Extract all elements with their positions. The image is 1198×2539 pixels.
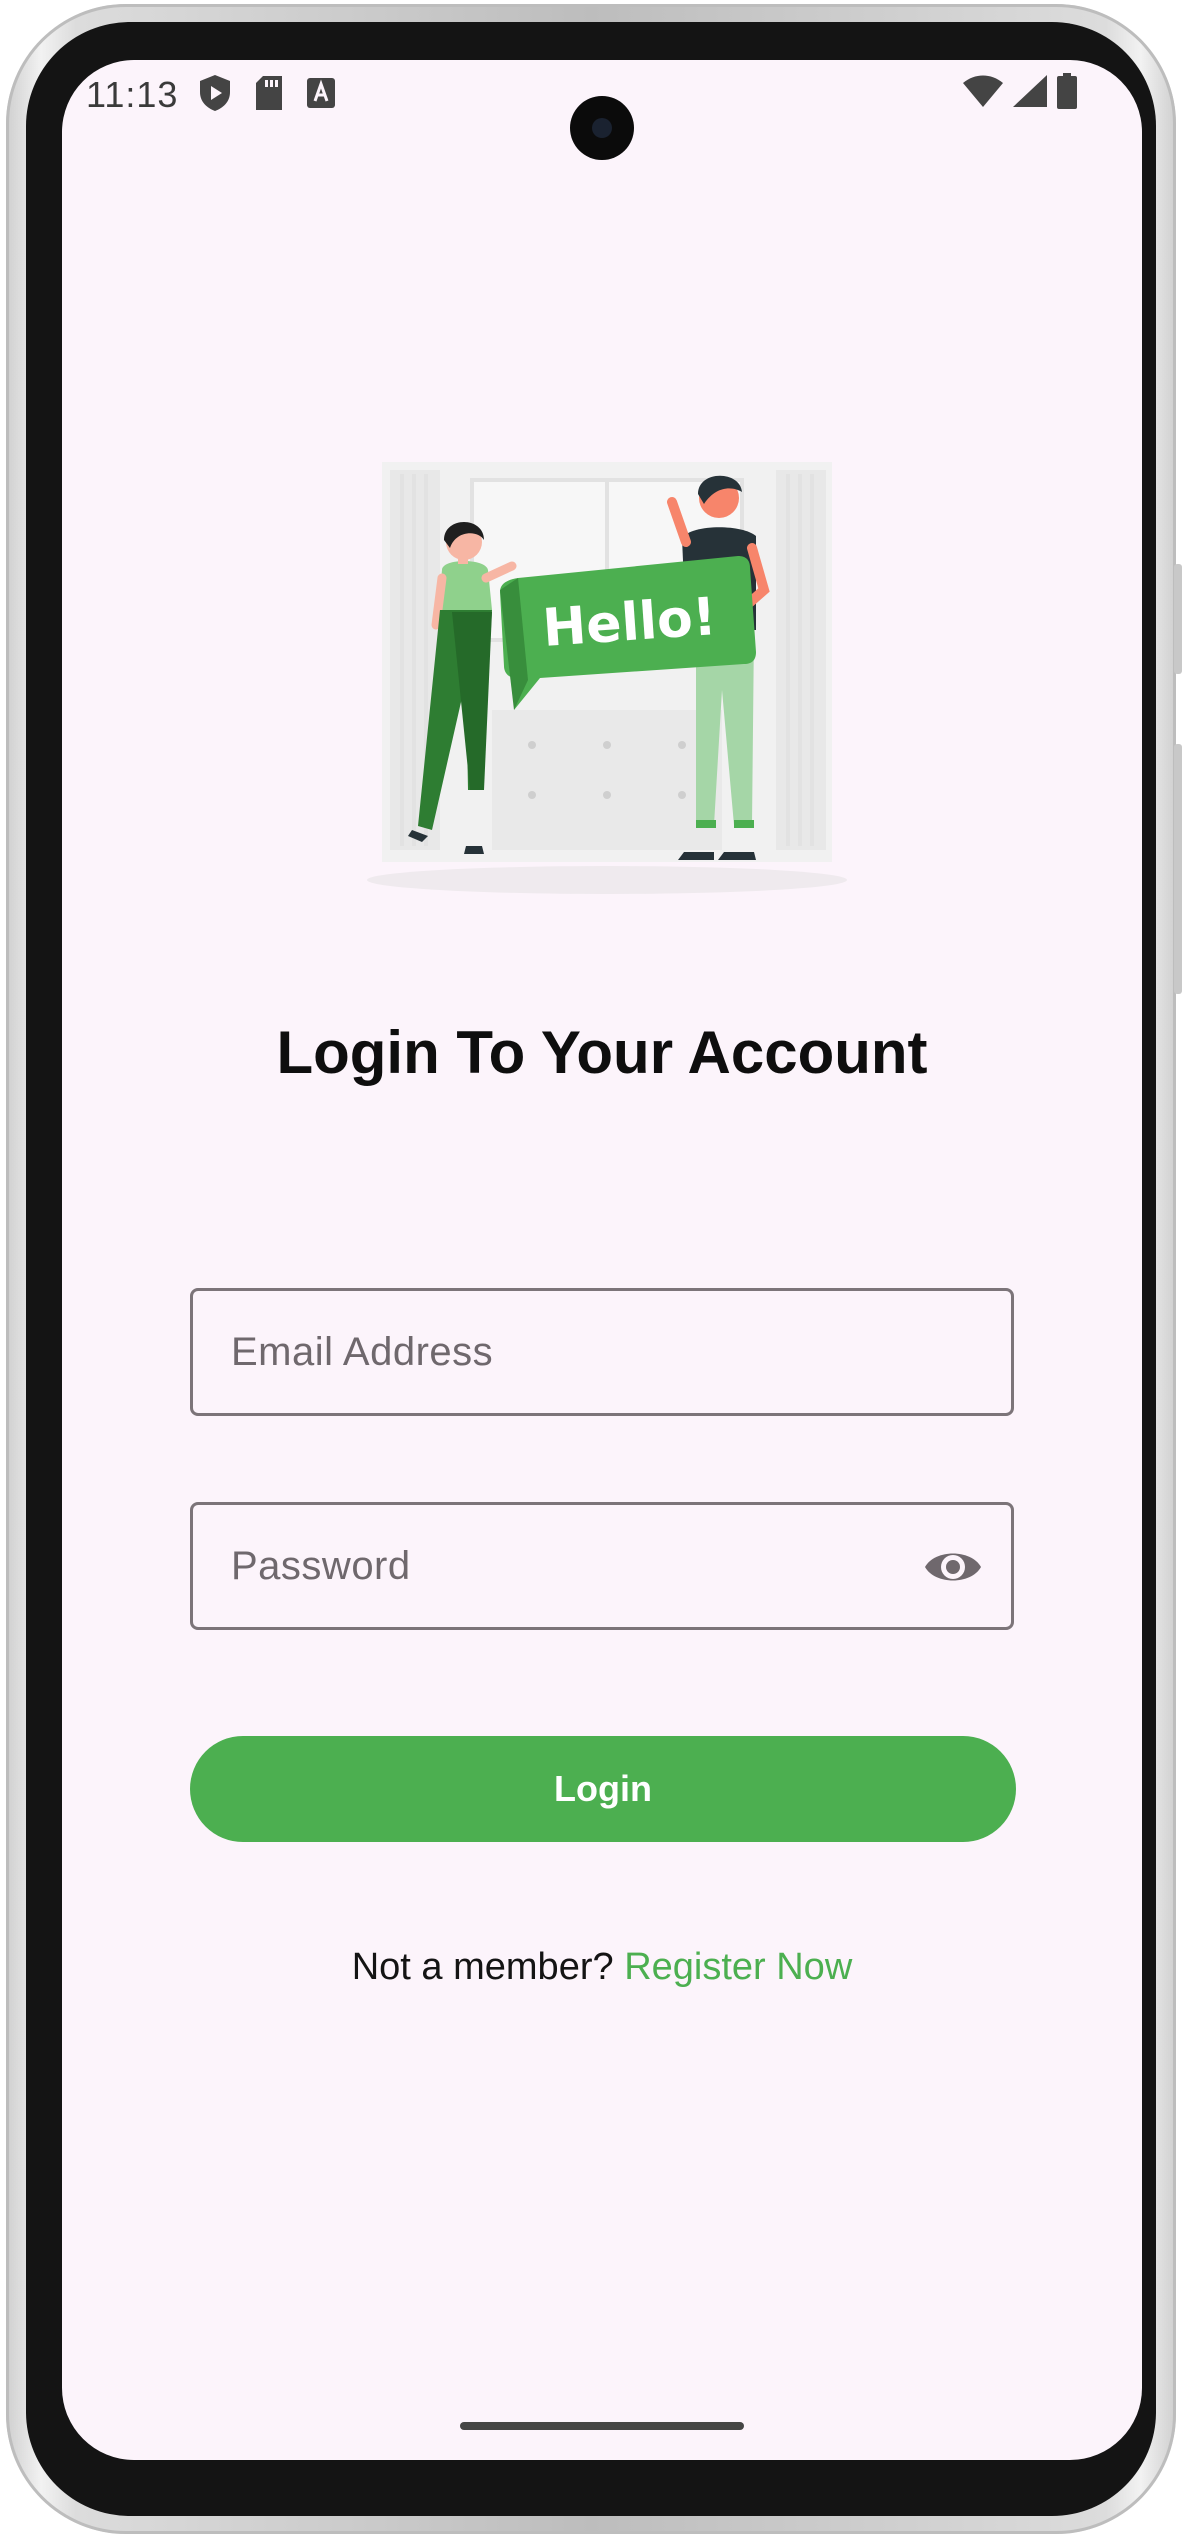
shield-play-icon <box>200 75 230 111</box>
status-time: 11:13 <box>86 74 179 115</box>
sd-card-icon <box>256 76 282 110</box>
status-bar: 11:13 <box>62 60 1142 160</box>
page-title: Login To Your Account <box>276 1019 928 1086</box>
home-indicator[interactable] <box>460 2422 744 2430</box>
email-input[interactable] <box>231 1291 931 1413</box>
notification-icons <box>198 74 336 112</box>
password-input[interactable] <box>231 1505 931 1627</box>
front-camera <box>570 96 634 160</box>
text-a-icon <box>307 78 335 108</box>
login-button[interactable]: Login <box>190 1736 1016 1842</box>
hello-sign-text: Hello! <box>541 587 719 659</box>
device-frame: 11:13 Hello! Login To Your Account Email… <box>6 4 1182 2534</box>
app-screen: 11:13 Hello! Login To Your Account Email… <box>62 60 1142 2460</box>
volume-rocker <box>1174 744 1182 994</box>
power-button <box>1174 564 1182 674</box>
device-bezel: 11:13 Hello! Login To Your Account Email… <box>26 22 1156 2516</box>
password-field[interactable] <box>190 1502 1014 1630</box>
register-prompt: Not a member? <box>351 1946 614 1988</box>
email-field[interactable] <box>190 1288 1014 1416</box>
wifi-icon <box>963 75 1003 107</box>
battery-icon <box>1057 73 1077 109</box>
system-icons <box>962 72 1078 110</box>
register-prompt-line: Not a member? Register Now <box>62 1946 1142 1989</box>
register-now-link[interactable]: Register Now <box>624 1946 852 1988</box>
greeting-illustration: Hello! <box>367 462 847 894</box>
eye-icon[interactable] <box>923 1537 983 1597</box>
cell-signal-icon <box>1013 75 1047 107</box>
